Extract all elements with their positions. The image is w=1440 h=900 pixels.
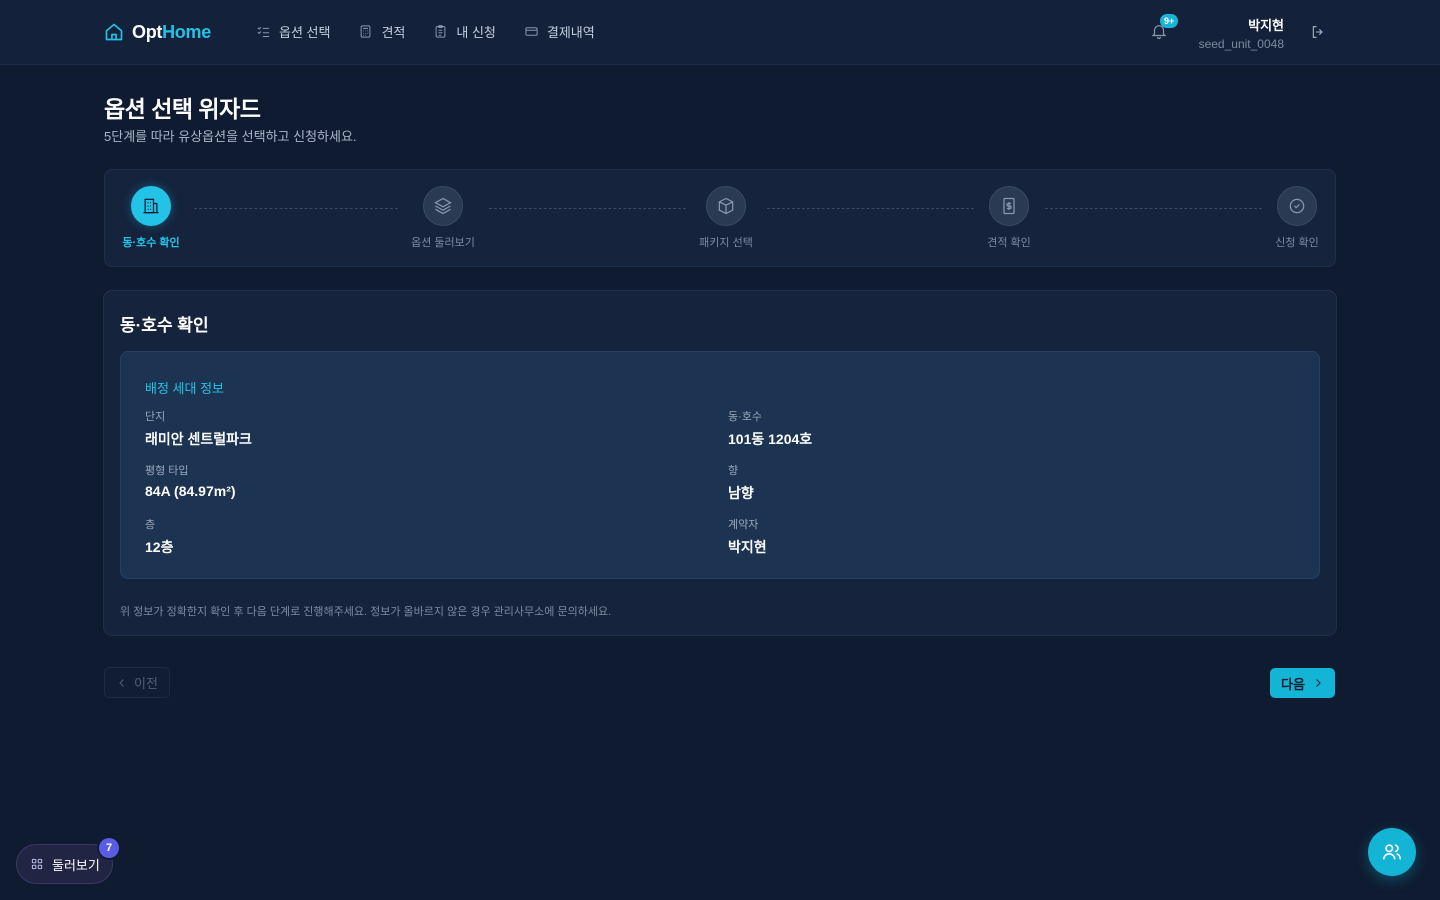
contact-fab[interactable] [1368, 828, 1416, 876]
nav-item-label: 견적 [381, 25, 406, 40]
field-contractor: 계약자 박지현 [728, 516, 767, 557]
page-subtitle: 5단계를 따라 유상옵션을 선택하고 신청하세요. [104, 129, 357, 144]
nav-item-my-applications[interactable]: 내 신청 [433, 22, 496, 41]
field-type: 평형 타입 84A (84.97m²) [145, 462, 236, 499]
next-button[interactable]: 다음 [1270, 668, 1335, 698]
field-complex: 단지 래미안 센트럴파크 [145, 408, 252, 449]
step-connector [1045, 208, 1262, 209]
step-circle [423, 186, 463, 226]
confirm-note: 위 정보가 정확한지 확인 후 다음 단계로 진행해주세요. 정보가 올바르지 … [120, 606, 612, 618]
chevron-left-icon [119, 678, 124, 687]
brand-logo[interactable]: OptHome [104, 20, 211, 44]
step-connector [489, 208, 686, 209]
receipt-icon [1003, 197, 1015, 215]
user-id: seed_unit_0048 [1198, 37, 1284, 51]
calculator-icon [361, 25, 371, 38]
field-label: 평형 타입 [145, 465, 189, 477]
home-icon [105, 23, 123, 41]
next-button-label: 다음 [1281, 676, 1305, 692]
step-circle [706, 186, 746, 226]
field-label: 계약자 [728, 519, 759, 531]
step-circle [131, 186, 171, 226]
field-label: 향 [728, 465, 739, 477]
field-label: 동·호수 [728, 411, 763, 423]
brand-name-part1: Opt [132, 21, 163, 42]
logout-button[interactable] [1310, 24, 1326, 40]
step-label: 견적 확인 [987, 237, 1031, 249]
brand-name-part2: Home [162, 21, 211, 42]
nav-item-option-select[interactable]: 옵션 선택 [256, 22, 330, 41]
field-value: 래미안 센트럴파크 [145, 431, 252, 447]
field-value: 12층 [145, 539, 174, 555]
grid-icon [31, 858, 43, 870]
field-unit: 동·호수 101동 1204호 [728, 408, 812, 449]
assigned-unit-info: 배정 세대 정보 단지 래미안 센트럴파크 동·호수 101동 1204호 평형… [120, 351, 1320, 579]
checklist-icon [257, 26, 270, 37]
nav-item-label: 옵션 선택 [279, 25, 331, 40]
step-circle [989, 186, 1029, 226]
step-label: 옵션 둘러보기 [411, 237, 475, 249]
user-name: 박지현 [1248, 18, 1284, 33]
info-heading: 배정 세대 정보 [145, 381, 224, 396]
building-icon [143, 198, 159, 214]
chevron-right-icon [1316, 679, 1321, 687]
unit-confirm-card: 동·호수 확인 배정 세대 정보 단지 래미안 센트럴파크 동·호수 101동 … [103, 290, 1337, 636]
wizard-stepper: 동·호수 확인 옵션 둘러보기 패키지 선택 견적 확인 신청 확인 [104, 169, 1336, 267]
step-package-select[interactable]: 패키지 선택 [666, 186, 786, 250]
notification-button[interactable]: 9+ [1150, 14, 1179, 42]
field-floor: 층 12층 [145, 516, 173, 557]
step-circle [1277, 186, 1317, 226]
prev-button-label: 이전 [134, 676, 158, 691]
layers-icon [434, 197, 452, 215]
browse-count-badge: 7 [99, 838, 119, 858]
step-browse-options[interactable]: 옵션 둘러보기 [383, 186, 503, 250]
credit-card-icon [525, 27, 538, 36]
clipboard-icon [436, 25, 446, 38]
prev-button[interactable]: 이전 [104, 667, 170, 698]
field-label: 단지 [145, 411, 166, 423]
users-icon [1382, 844, 1402, 860]
browse-label: 둘러보기 [52, 857, 100, 873]
nav-item-estimate[interactable]: 견적 [358, 22, 405, 41]
field-value: 101동 1204호 [728, 431, 813, 447]
field-value: 박지현 [728, 539, 767, 555]
step-unit-confirm[interactable]: 동·호수 확인 [91, 186, 211, 250]
user-info: 박지현 seed_unit_0048 [1199, 15, 1284, 51]
step-connector [194, 208, 398, 209]
step-estimate-confirm[interactable]: 견적 확인 [949, 186, 1069, 250]
main-nav: 옵션 선택 견적 내 신청 결제내역 [256, 22, 595, 41]
field-label: 층 [145, 519, 156, 531]
top-header: OptHome 옵션 선택 견적 내 신청 결제내역 9+ 박지현 seed_u… [0, 0, 1440, 65]
field-value: 남향 [728, 485, 754, 501]
card-title: 동·호수 확인 [120, 316, 209, 335]
step-label: 동·호수 확인 [122, 237, 180, 249]
logout-icon [1312, 26, 1323, 38]
notification-badge: 9+ [1160, 14, 1179, 28]
check-circle-icon [1289, 198, 1305, 214]
nav-item-label: 내 신청 [456, 25, 496, 40]
step-connector [767, 208, 974, 209]
step-label: 패키지 선택 [699, 237, 753, 249]
nav-item-payments[interactable]: 결제내역 [524, 22, 595, 41]
package-icon [718, 197, 734, 215]
step-label: 신청 확인 [1275, 237, 1319, 249]
field-direction: 향 남향 [728, 462, 754, 503]
nav-item-label: 결제내역 [546, 25, 595, 40]
field-value: 84A (84.97m²) [145, 483, 236, 499]
step-application-confirm[interactable]: 신청 확인 [1237, 186, 1357, 250]
page-title: 옵션 선택 위자드 [104, 96, 261, 122]
